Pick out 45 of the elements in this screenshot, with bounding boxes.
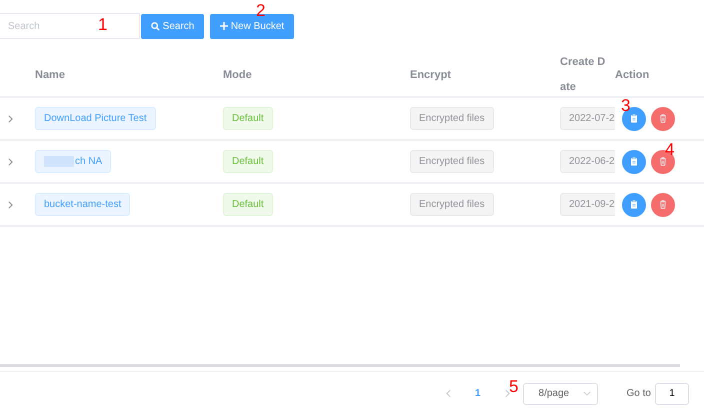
mode-tag: Default — [223, 193, 273, 216]
annotation-number: 1 — [98, 16, 108, 33]
annotation-number: 5 — [509, 378, 518, 395]
chevron-down-icon — [582, 391, 591, 396]
annotation-number: 3 — [621, 97, 630, 114]
column-header: Create Date — [560, 56, 606, 93]
expand-chevron-icon[interactable] — [8, 114, 13, 122]
scrollbar[interactable] — [0, 364, 680, 367]
trash-icon — [659, 157, 667, 166]
trash-icon — [659, 200, 667, 209]
clipboard-button[interactable] — [622, 150, 646, 174]
date-tag: 2022-06-2 — [560, 150, 615, 173]
previous-page-icon[interactable] — [446, 389, 451, 398]
page-size-select[interactable]: 8/page — [522, 382, 598, 404]
bucket-name-tag: bucket-name-test — [35, 193, 130, 216]
go-to-label: Go to — [626, 388, 651, 399]
date-tag: 2022-07-2 — [560, 107, 615, 130]
go-to-field[interactable]: 1 — [655, 382, 689, 404]
blurred-text — [44, 156, 74, 167]
expand-chevron-icon[interactable] — [8, 158, 13, 166]
trash-icon — [659, 114, 667, 123]
mode-tag: Default — [223, 150, 273, 173]
column-header: Encrypt — [410, 69, 451, 81]
clipboard-icon — [630, 200, 638, 209]
encrypt-tag: Encrypted files — [410, 107, 494, 130]
date-tag: 2021-09-2 — [560, 193, 615, 216]
column-header: Name — [35, 69, 65, 81]
clipboard-icon — [630, 114, 638, 123]
mode-tag: Default — [223, 107, 273, 130]
page-number[interactable]: 1 — [460, 388, 495, 399]
bucket-name-tag: ch NA — [35, 150, 112, 173]
plus-icon — [220, 22, 228, 30]
clipboard-button[interactable] — [622, 192, 646, 216]
column-header: Action — [615, 69, 650, 81]
delete-button[interactable] — [651, 106, 675, 130]
search-icon — [150, 22, 160, 30]
encrypt-tag: Encrypted files — [410, 193, 494, 216]
clipboard-icon — [630, 157, 638, 166]
bucket-name-tag: DownLoad Picture Test — [35, 107, 156, 130]
encrypt-tag: Encrypted files — [410, 150, 494, 173]
next-page-icon[interactable] — [504, 389, 510, 398]
expand-chevron-icon[interactable] — [8, 200, 13, 208]
search-button[interactable]: Search — [141, 14, 204, 38]
delete-button[interactable] — [651, 192, 675, 216]
column-header: Mode — [223, 69, 252, 81]
